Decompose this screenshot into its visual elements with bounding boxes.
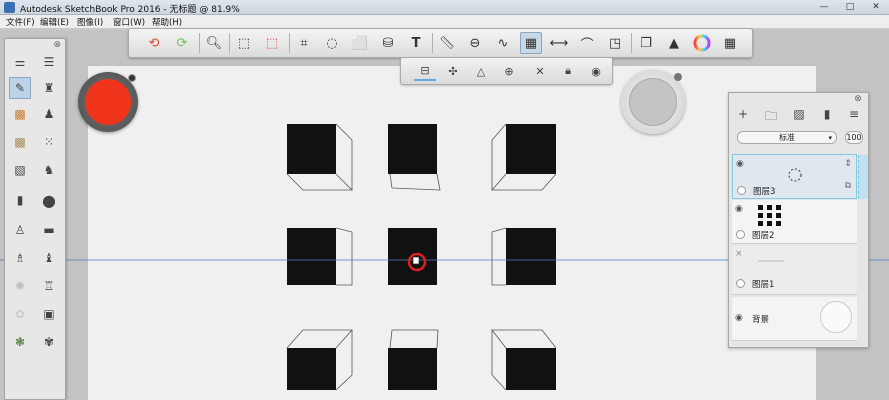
copy-icon[interactable]: ❐ <box>635 32 657 54</box>
round-brush-icon[interactable]: ● <box>38 189 60 211</box>
layer-merge-icon[interactable]: ⧉ <box>842 181 854 193</box>
puck-handle-icon[interactable] <box>674 73 682 81</box>
symmetry-icon[interactable]: ⟷ <box>548 32 570 54</box>
add-image-icon[interactable]: ▨ <box>791 107 807 123</box>
splatter-icon[interactable]: ✿ <box>9 303 31 325</box>
vanishing-point-icon[interactable]: ⊕ <box>498 61 520 81</box>
lasso-icon[interactable]: ◌ <box>321 32 343 54</box>
brush-settings-icon[interactable]: ⚌ <box>9 51 31 73</box>
visibility-eye-icon[interactable]: ◉ <box>735 204 743 214</box>
zoom-icon[interactable]: 🔍︎ <box>203 32 225 54</box>
perspective-toolbar: ⊟ ✣ △ ⊕ ✕ 🔒︎ ◉ <box>400 57 613 85</box>
add-layer-icon[interactable]: + <box>735 107 751 123</box>
layer-scroll-handle[interactable] <box>858 155 868 199</box>
visibility-icon[interactable]: ◉ <box>585 61 607 81</box>
brushes-icon[interactable]: ▲ <box>663 32 685 54</box>
distort-icon[interactable]: ⬜ <box>349 32 371 54</box>
text-icon[interactable]: T <box>405 32 427 54</box>
puck-handle-icon[interactable] <box>128 74 136 82</box>
blend-mode-select[interactable]: 标准 ▾ <box>737 131 837 144</box>
layer-panel-close-icon[interactable]: ⊗ <box>852 94 864 106</box>
chalk-brush-icon[interactable]: ▩ <box>9 131 31 153</box>
color-puck[interactable] <box>78 72 138 132</box>
delete-layer-icon[interactable]: ▮ <box>819 107 835 123</box>
shape-icon[interactable]: ◳ <box>604 32 626 54</box>
perspective-icon[interactable]: ▦ <box>520 32 542 54</box>
layer-thumbnail <box>788 168 802 182</box>
fineliner-icon[interactable]: ♗ <box>9 247 31 269</box>
two-point-icon[interactable]: ✣ <box>442 61 464 81</box>
brush-puck[interactable] <box>621 70 685 134</box>
fill-icon[interactable]: ⛁ <box>377 32 399 54</box>
brush-library-icon[interactable]: ☰ <box>38 51 60 73</box>
chevron-down-icon: ▾ <box>828 134 832 142</box>
line-brush-icon[interactable]: ▬ <box>38 219 60 241</box>
stamp-brush-icon[interactable]: ✾ <box>38 331 60 353</box>
stroke-icon[interactable]: ⌒ <box>576 32 598 54</box>
layer-thumbnail <box>758 260 784 262</box>
palette-close-icon[interactable]: ⊗ <box>53 40 61 50</box>
ink-pen-icon[interactable]: ♙ <box>9 219 31 241</box>
layer-select-radio[interactable] <box>736 279 745 288</box>
layer-item[interactable]: ◉ 图层2 <box>732 200 857 244</box>
layer-move-icon[interactable]: ⇕ <box>842 159 854 171</box>
redo-icon[interactable]: ⟳ <box>171 32 193 54</box>
transform-icon[interactable]: ⬚ <box>261 32 283 54</box>
layer-item[interactable]: ◉ 图层3 <box>732 154 857 199</box>
visibility-eye-icon[interactable]: ◉ <box>735 313 743 323</box>
layer-item[interactable]: ⨯ 图层1 <box>732 245 857 295</box>
brush-size-indicator <box>629 78 677 126</box>
layer-select-radio[interactable] <box>736 230 745 239</box>
layer-thumbnail <box>758 205 781 226</box>
smudge-brush-icon[interactable]: ♞ <box>38 159 60 181</box>
current-color-swatch <box>85 79 131 125</box>
lock-icon[interactable]: 🔒︎ <box>557 61 579 81</box>
texture-brush-icon[interactable]: ▩ <box>9 103 31 125</box>
layer-select-radio[interactable] <box>737 186 746 195</box>
soft-eraser-icon[interactable]: ✺ <box>9 275 31 297</box>
background-color-thumbnail[interactable] <box>820 301 852 333</box>
main-toolbar: ⟲ ⟳ 🔍︎ ⬚ ⬚ ⌗ ◌ ⬜ ⛁ T 📏︎ ⊖ ∿ ▦ ⟷ ⌒ ◳ ❐ ▲ … <box>128 28 753 58</box>
snap-icon[interactable]: ✕ <box>529 61 551 81</box>
eraser-hard-icon[interactable]: ▮ <box>9 189 31 211</box>
ellipse-guide-icon[interactable]: ⊖ <box>464 32 486 54</box>
dots-brush-icon[interactable]: ⁙ <box>38 131 60 153</box>
one-point-icon[interactable]: ⊟ <box>414 61 436 81</box>
airbrush-icon[interactable]: ♟ <box>38 103 60 125</box>
foliage-brush-icon[interactable]: ❃ <box>9 331 31 353</box>
visibility-eye-icon[interactable]: ◉ <box>736 159 744 169</box>
three-point-icon[interactable]: △ <box>470 61 492 81</box>
layer-editor: ⊗ + 🗀︎ ▨ ▮ ≡ 标准 ▾ 100 ◉ 图层3 ⇕ ⧉ ◉ 图层2 ⨯ … <box>728 92 869 348</box>
layer-opacity[interactable]: 100 <box>845 131 863 144</box>
pencil-brush-icon[interactable]: ✎ <box>9 77 31 99</box>
layer-item-background[interactable]: ◉ 背景 <box>732 297 857 341</box>
palette-icon[interactable]: ▦ <box>719 32 741 54</box>
brush-palette: ⊗ ⚌ ☰ ✎ ♜ ▩ ♟ ▩ ⁙ ▧ ♞ ▮ ● ♙ ▬ ♗ ♝ ✺ ♖ ✿ … <box>4 38 66 400</box>
ruler-icon[interactable]: 📏︎ <box>436 32 458 54</box>
select-icon[interactable]: ⬚ <box>233 32 255 54</box>
undo-icon[interactable]: ⟲ <box>143 32 165 54</box>
calligraphy-icon[interactable]: ♝ <box>38 247 60 269</box>
add-group-icon[interactable]: 🗀︎ <box>763 107 779 123</box>
blender-icon[interactable]: ♖ <box>38 275 60 297</box>
french-curve-icon[interactable]: ∿ <box>492 32 514 54</box>
marker-brush-icon[interactable]: ♜ <box>38 77 60 99</box>
block-brush-icon[interactable]: ▣ <box>38 303 60 325</box>
visibility-hidden-icon[interactable]: ⨯ <box>735 249 743 259</box>
crop-icon[interactable]: ⌗ <box>293 32 315 54</box>
color-wheel-icon[interactable] <box>691 32 713 54</box>
layer-menu-icon[interactable]: ≡ <box>846 107 862 123</box>
noise-brush-icon[interactable]: ▧ <box>9 159 31 181</box>
